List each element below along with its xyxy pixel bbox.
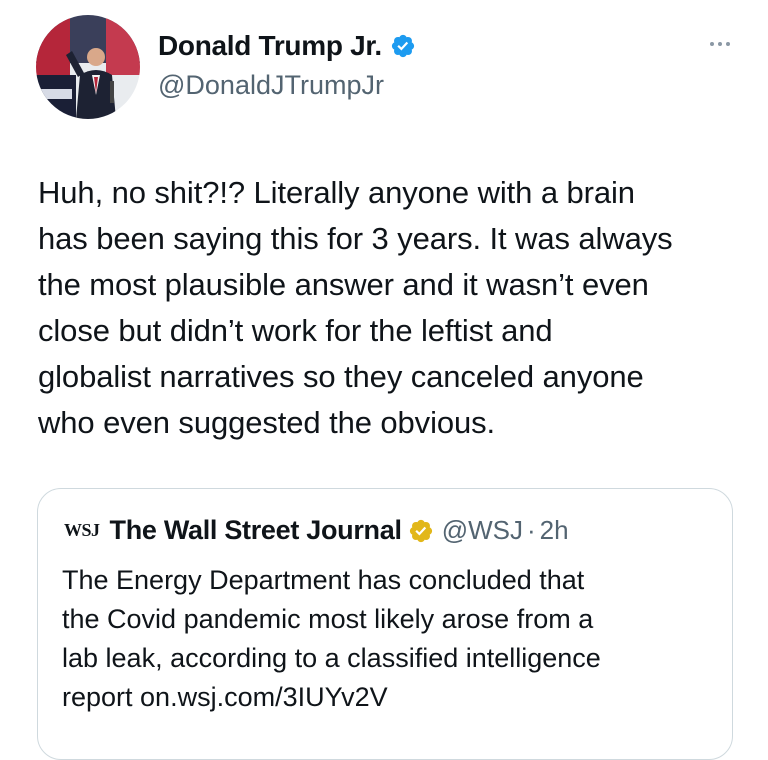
author-name[interactable]: Donald Trump Jr. bbox=[158, 30, 416, 62]
quoted-author-name[interactable]: The Wall Street Journal bbox=[110, 515, 402, 546]
tweet-line: Huh, no shit?!? Literally anyone with a … bbox=[38, 175, 635, 210]
more-horizontal-icon[interactable] bbox=[702, 34, 738, 54]
author-handle[interactable]: @DonaldJTrumpJr bbox=[158, 70, 384, 101]
quoted-tweet-text: The Energy Department has concluded that… bbox=[62, 561, 722, 717]
quoted-author-handle[interactable]: @WSJ bbox=[442, 515, 523, 546]
quoted-line: report on.wsj.com/3IUYv2V bbox=[62, 682, 388, 712]
quoted-line: lab leak, according to a classified inte… bbox=[62, 643, 601, 673]
verified-badge-icon bbox=[390, 33, 416, 59]
tweet-line: who even suggested the obvious. bbox=[38, 405, 496, 440]
tweet-text: Huh, no shit?!? Literally anyone with a … bbox=[38, 170, 738, 446]
avatar[interactable] bbox=[36, 15, 140, 119]
tweet-line: globalist narratives so they canceled an… bbox=[38, 359, 644, 394]
author-name-text[interactable]: Donald Trump Jr. bbox=[158, 30, 382, 62]
tweet-line: the most plausible answer and it wasn’t … bbox=[38, 267, 649, 302]
tweet-line: has been saying this for 3 years. It was… bbox=[38, 221, 673, 256]
quoted-tweet-card[interactable]: WSJ The Wall Street Journal @WSJ · 2h Th… bbox=[37, 488, 733, 760]
wsj-logo: WSJ bbox=[64, 520, 100, 540]
quoted-line: the Covid pandemic most likely arose fro… bbox=[62, 604, 594, 634]
quoted-timestamp[interactable]: 2h bbox=[540, 515, 569, 546]
quoted-tweet-header: WSJ The Wall Street Journal @WSJ · 2h bbox=[64, 515, 569, 546]
separator-dot: · bbox=[526, 515, 536, 545]
verified-organization-badge-icon bbox=[408, 518, 434, 544]
tweet-line: close but didn’t work for the leftist an… bbox=[38, 313, 553, 348]
quoted-line: The Energy Department has concluded that bbox=[62, 565, 585, 595]
